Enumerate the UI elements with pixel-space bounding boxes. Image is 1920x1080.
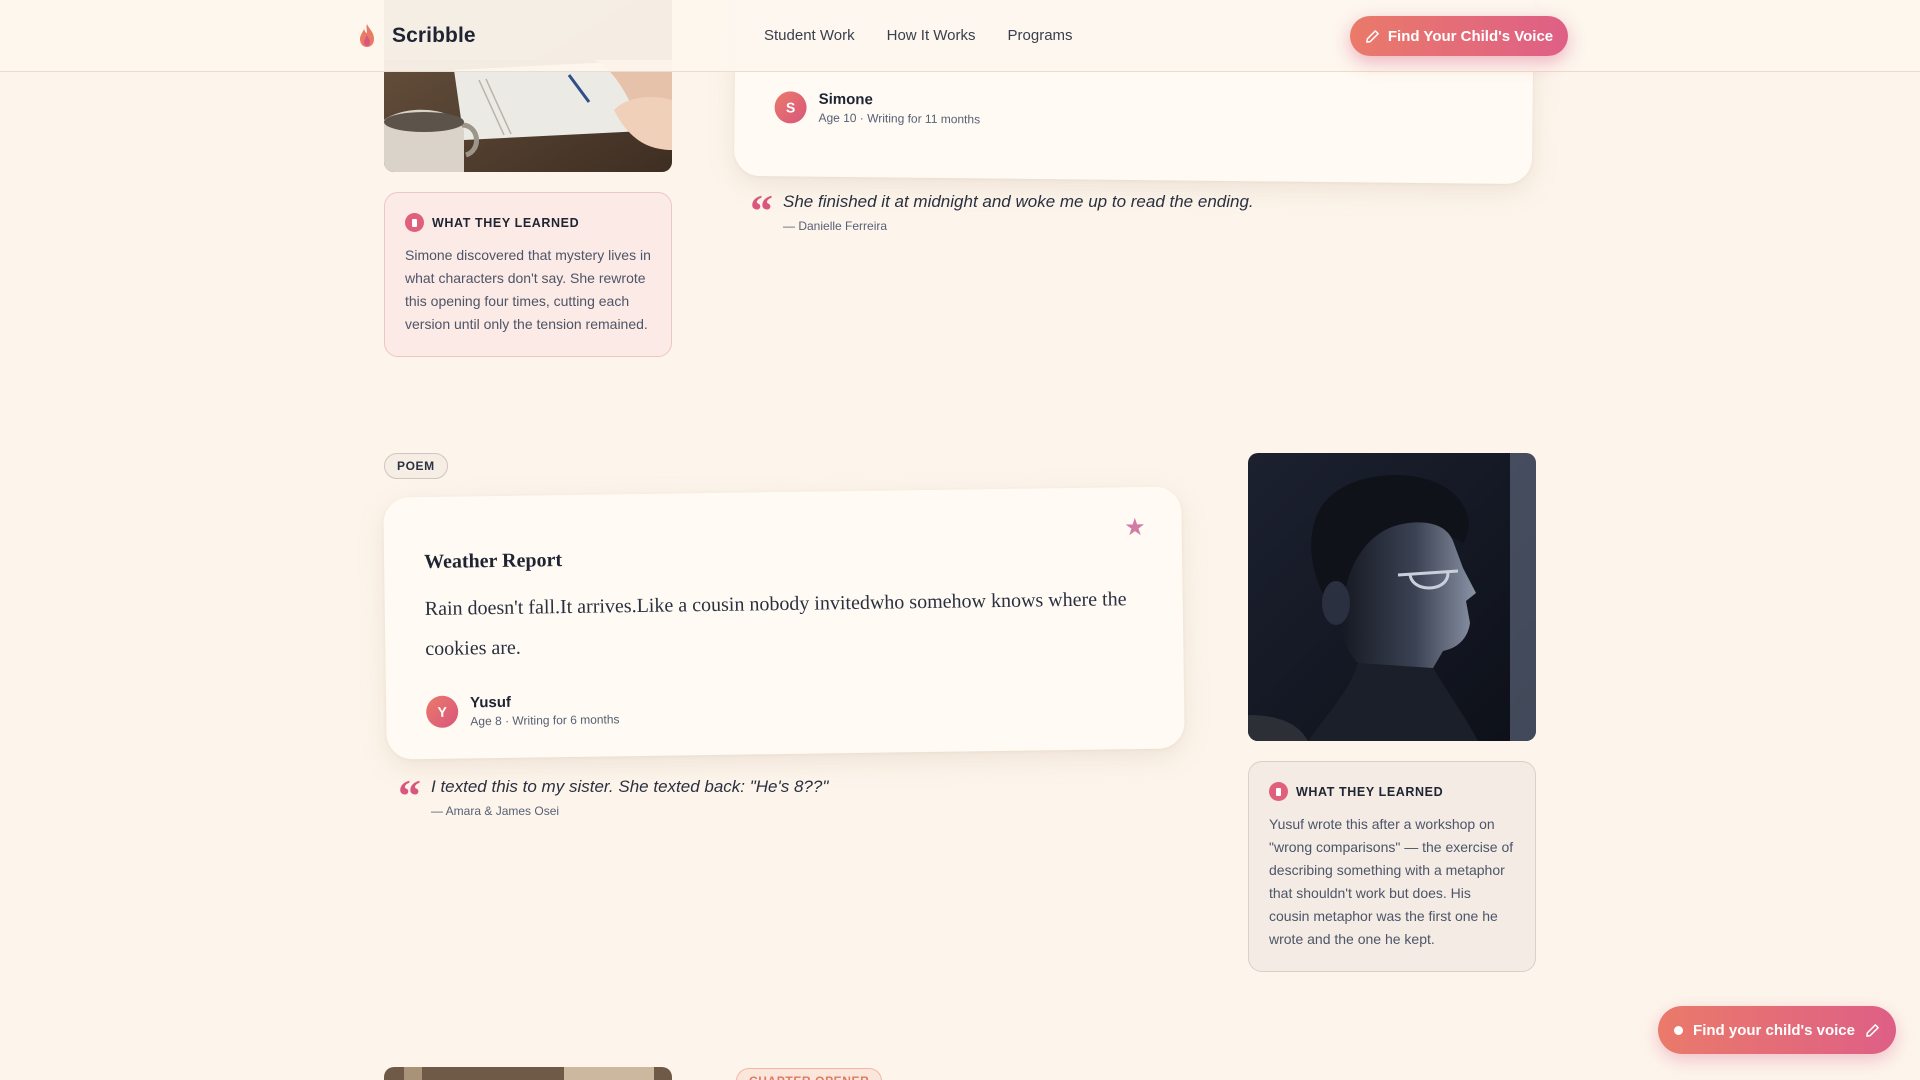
poem-title: Weather Report xyxy=(423,549,563,574)
quote-icon: “ xyxy=(750,185,773,236)
star-icon[interactable]: ★ xyxy=(1124,513,1146,542)
info-icon xyxy=(405,213,424,232)
author-block: S Simone Age 10 · Writing for 11 months xyxy=(774,90,980,126)
author-block: Y Yusuf Age 8 · Writing for 6 months xyxy=(425,692,620,729)
what-they-learned-box: WHAT THEY LEARNED Simone discovered that… xyxy=(384,192,672,357)
what-they-learned-box: WHAT THEY LEARNED Yusuf wrote this after… xyxy=(1248,761,1536,972)
avatar: Y xyxy=(425,695,459,729)
student-portrait-photo xyxy=(1248,453,1536,741)
author-meta: Age 10 · Writing for 11 months xyxy=(818,110,981,127)
learned-body: Yusuf wrote this after a workshop on "wr… xyxy=(1269,816,1514,947)
author-name: Yusuf xyxy=(469,693,512,712)
nav-link-student-work[interactable]: Student Work xyxy=(764,27,855,44)
quote-text: I texted this to my sister. She texted b… xyxy=(431,777,829,796)
brand-logo[interactable]: Scribble xyxy=(356,23,476,49)
flame-icon xyxy=(360,24,374,47)
nav-link-programs[interactable]: Programs xyxy=(1008,27,1073,44)
main-nav: Student Work How It Works Programs xyxy=(764,27,1073,44)
floating-find-voice-label: Find your child's voice xyxy=(1693,1021,1855,1039)
next-story-photo xyxy=(384,1067,672,1080)
nav-link-how-it-works[interactable]: How It Works xyxy=(887,27,976,44)
author-meta: Age 8 · Writing for 6 months xyxy=(470,712,620,729)
learned-title: WHAT THEY LEARNED xyxy=(1296,784,1444,799)
quote-attribution: — Amara & James Osei xyxy=(431,804,560,818)
find-voice-button-label: Find Your Child's Voice xyxy=(1387,27,1554,45)
info-icon xyxy=(1269,782,1288,801)
find-voice-button[interactable]: Find Your Child's Voice xyxy=(1350,16,1568,56)
learned-title: WHAT THEY LEARNED xyxy=(432,215,580,230)
author-name: Simone xyxy=(818,90,873,109)
avatar: S xyxy=(774,91,807,124)
floating-find-voice-button[interactable]: Find your child's voice xyxy=(1658,1006,1896,1054)
quote-icon: “ xyxy=(398,770,421,821)
poem-body: Rain doesn't fall.It arrives.Like a cous… xyxy=(424,588,1127,661)
pencil-icon xyxy=(1366,29,1379,43)
learned-body: Simone discovered that mystery lives in … xyxy=(405,247,651,332)
pencil-icon xyxy=(1866,1023,1879,1037)
parent-quote: “ She finished it at midnight and woke m… xyxy=(750,185,1254,236)
story-card-yusuf[interactable]: ★ Weather Report Rain doesn't fall.It ar… xyxy=(383,486,1185,760)
category-tag: POEM xyxy=(384,453,448,479)
dot-icon xyxy=(1674,1025,1684,1035)
quote-text: She finished it at midnight and woke me … xyxy=(783,192,1254,211)
parent-quote: “ I texted this to my sister. She texted… xyxy=(398,770,829,821)
brand-name: Scribble xyxy=(392,24,476,47)
site-header: Scribble Student Work How It Works Progr… xyxy=(0,0,1920,72)
category-tag: CHAPTER OPENER xyxy=(736,1068,883,1080)
quote-attribution: — Danielle Ferreira xyxy=(783,219,888,233)
